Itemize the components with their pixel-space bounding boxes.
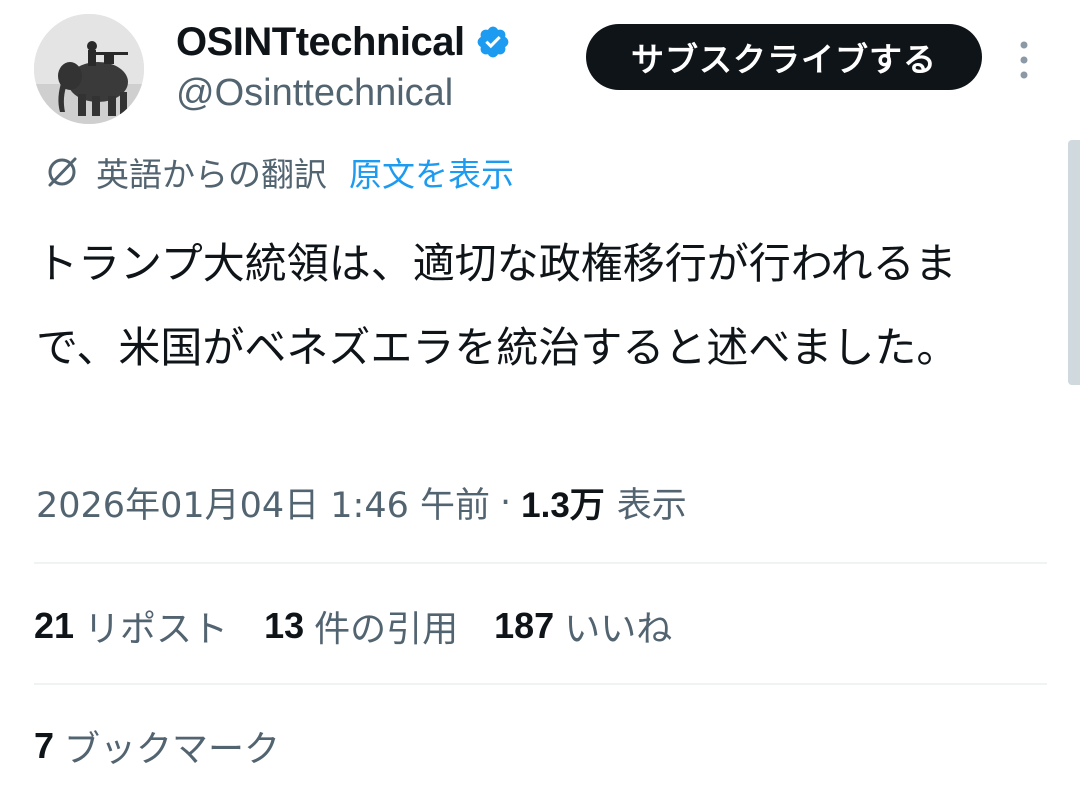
meta-separator: · (500, 482, 512, 523)
avatar[interactable] (34, 14, 144, 124)
author-handle[interactable]: @Osinttechnical (176, 72, 511, 115)
translation-notice: 英語からの翻訳 原文を表示 (44, 148, 514, 196)
views-count: 1.3万 (521, 486, 605, 525)
scrollbar[interactable] (1068, 140, 1080, 385)
tweet-timestamp[interactable]: 2026年01月04日 1:46 午前 (36, 477, 490, 528)
author-info: OSINTtechnical @Osinttechnical (176, 20, 511, 115)
reposts-label[interactable]: リポスト (84, 600, 228, 652)
more-vertical-icon[interactable] (1016, 40, 1032, 80)
bookmark-stats: 7 ブックマーク (34, 720, 316, 772)
engagement-stats: 21 リポスト 13 件の引用 187 いいね (34, 600, 708, 652)
author-name-row: OSINTtechnical (176, 20, 511, 64)
likes-count[interactable]: 187 (494, 605, 554, 647)
show-original-link[interactable]: 原文を表示 (349, 148, 514, 196)
divider (34, 683, 1047, 685)
bookmarks-count: 7 (34, 725, 55, 766)
tweet-header: OSINTtechnical @Osinttechnical サブスクライブする (34, 14, 1080, 126)
author-display-name[interactable]: OSINTtechnical (176, 20, 465, 65)
likes-label[interactable]: いいね (564, 600, 672, 652)
translate-icon (48, 157, 77, 187)
tweet-text: トランプ大統領は、適切な政権移行が行われるまで、米国がベネズエラを統治すると述べ… (36, 239, 959, 372)
quotes-count[interactable]: 13 (264, 605, 304, 647)
views-label: 表示 (616, 486, 687, 526)
reposts-count[interactable]: 21 (34, 605, 74, 647)
tweet-detail-page: OSINTtechnical @Osinttechnical サブスクライブする… (0, 0, 1080, 805)
quotes-label[interactable]: 件の引用 (314, 600, 458, 652)
subscribe-button[interactable]: サブスクライブする (586, 24, 982, 90)
translation-label: 英語からの翻訳 (96, 155, 327, 194)
tweet-meta: 2026年01月04日 1:46 午前 · 1.3万 表示 (36, 477, 687, 528)
bookmarks-label: ブックマーク (64, 729, 281, 770)
divider (34, 562, 1047, 564)
verified-badge-icon (477, 26, 508, 58)
avatar-image (34, 14, 144, 124)
